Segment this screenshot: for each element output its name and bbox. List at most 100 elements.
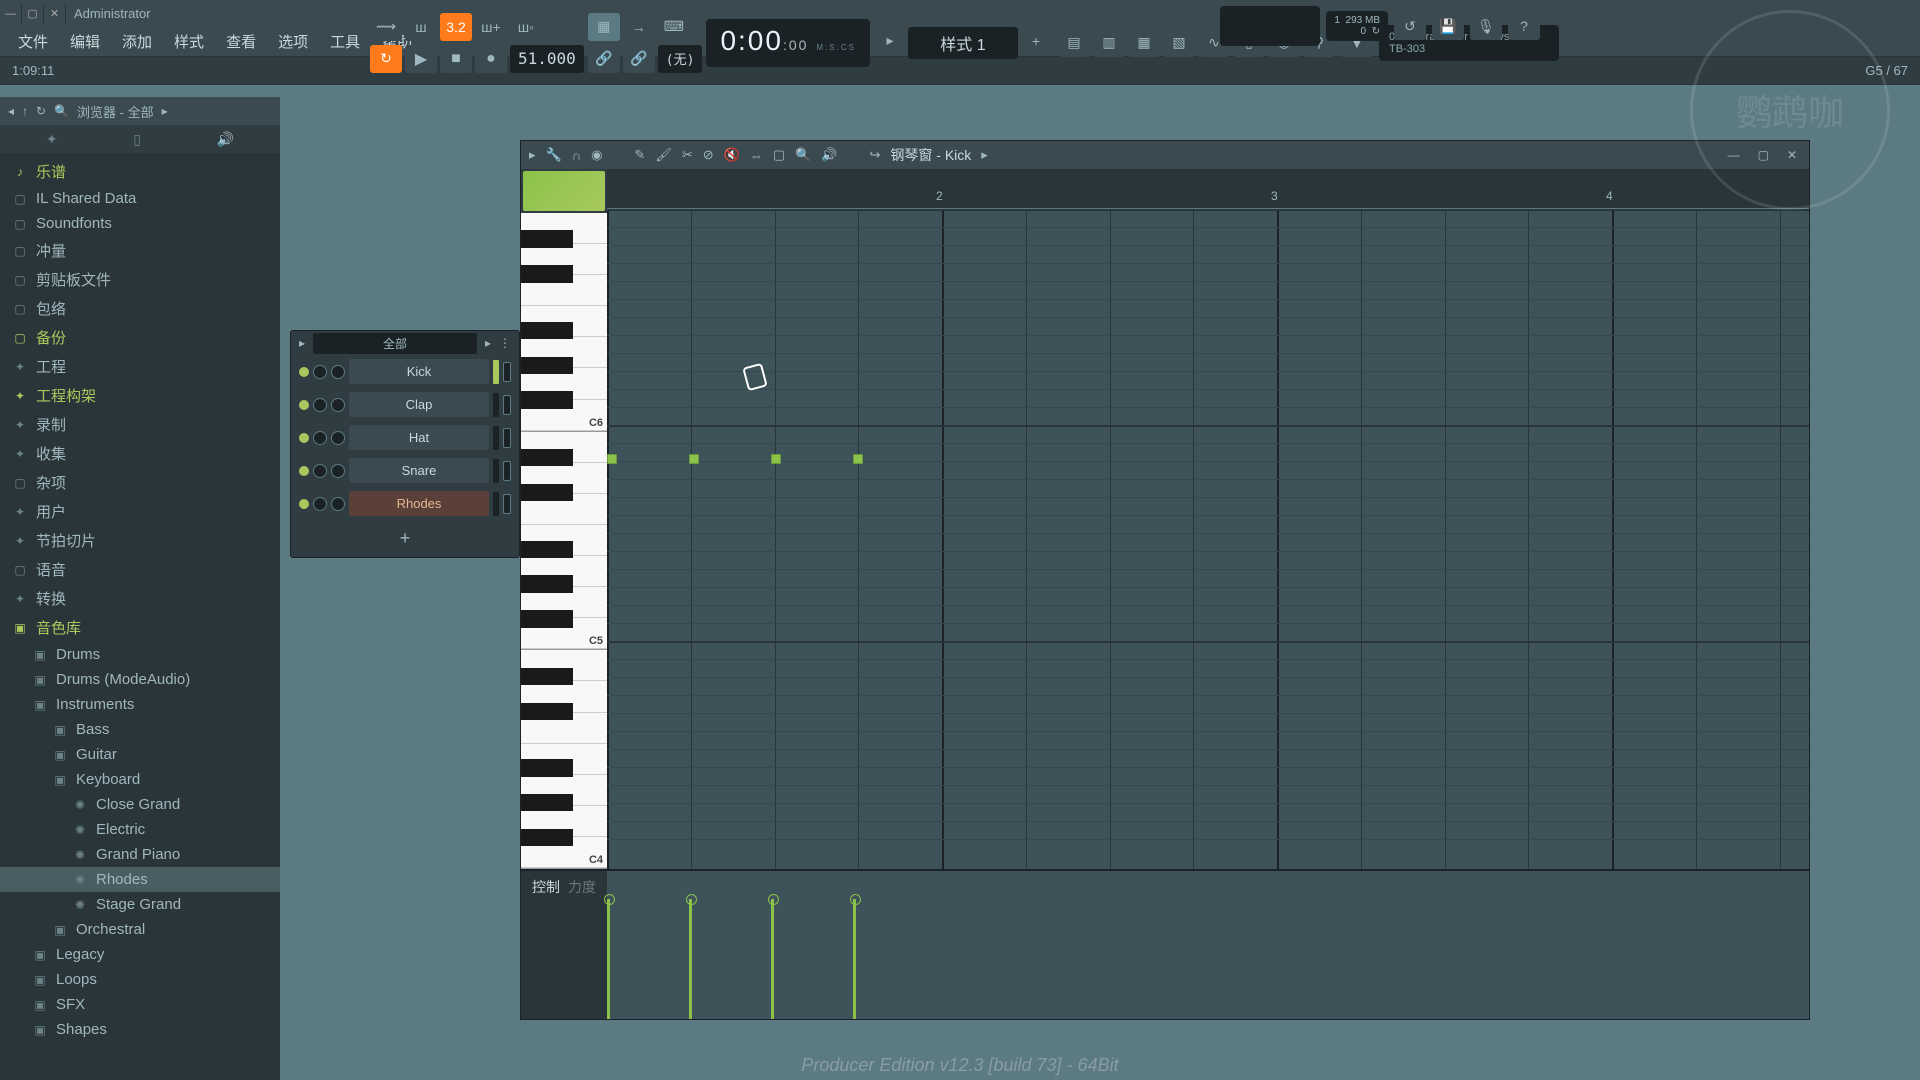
pr-delete-icon[interactable]: ⊘ <box>703 147 714 163</box>
close-button[interactable]: ✕ <box>44 4 66 24</box>
pr-menu-icon[interactable]: ▸ <box>529 147 536 163</box>
browser-item-11[interactable]: ▢杂项 <box>0 468 280 497</box>
link-icon[interactable]: 🔗 <box>588 45 620 73</box>
browser-item-24[interactable]: ✺Electric <box>0 817 280 842</box>
ch-label[interactable]: Kick <box>349 359 489 384</box>
browser-item-18[interactable]: ▣Drums (ModeAudio) <box>0 667 280 692</box>
pr-slip-icon[interactable]: ⇔ <box>750 148 763 163</box>
ch-label[interactable]: Hat <box>349 425 489 450</box>
pr-select-icon[interactable]: ▢ <box>773 147 785 163</box>
menu-2[interactable]: 添加 <box>112 27 162 56</box>
tool-wait-icon[interactable]: ш◦ <box>510 13 542 41</box>
browser-item-19[interactable]: ▣Instruments <box>0 692 280 717</box>
browser-item-8[interactable]: ✦工程构架 <box>0 381 280 410</box>
pr-velocity-area[interactable] <box>607 871 1809 1019</box>
browser-item-6[interactable]: ▢备份 <box>0 323 280 352</box>
search-icon[interactable]: 🔍 <box>54 104 69 118</box>
tool-pat-icon[interactable]: ⟿ <box>370 13 402 41</box>
browser-item-1[interactable]: ▢IL Shared Data <box>0 186 280 211</box>
pat-mode[interactable]: (无) <box>658 45 703 73</box>
browser-item-12[interactable]: ✦用户 <box>0 497 280 526</box>
ch-pan-knob[interactable] <box>313 464 327 478</box>
tool-metronome-icon[interactable]: ш+ <box>475 13 507 41</box>
browser-item-10[interactable]: ✦收集 <box>0 439 280 468</box>
note-1[interactable] <box>689 454 699 464</box>
pattern-selector[interactable]: 样式 1 <box>908 27 1018 59</box>
ch-label[interactable]: Clap <box>349 392 489 417</box>
pr-tool-magnet-icon[interactable]: ∩ <box>572 148 581 163</box>
ch-mute-dot[interactable] <box>299 433 309 443</box>
collapse-icon[interactable]: ◂ <box>8 104 14 118</box>
ch-pan-knob[interactable] <box>313 365 327 379</box>
undo-icon[interactable]: ↺ <box>1394 12 1426 40</box>
browser-item-14[interactable]: ▢语音 <box>0 555 280 584</box>
ch-group-selector[interactable]: 全部 <box>313 333 477 354</box>
browser-item-28[interactable]: ▣Orchestral <box>0 917 280 942</box>
browser-item-3[interactable]: ▢冲量 <box>0 236 280 265</box>
view-step-icon[interactable]: → <box>623 13 655 41</box>
browser-item-26[interactable]: ✺Rhodes <box>0 867 280 892</box>
view-channelrack-button[interactable]: ▧ <box>1163 29 1195 57</box>
pr-zoom-icon[interactable]: 🔍 <box>795 147 811 163</box>
ch-slider[interactable] <box>503 494 511 514</box>
browser-item-15[interactable]: ✦转换 <box>0 584 280 613</box>
pr-grid[interactable]: 234 <box>607 169 1809 869</box>
render-icon[interactable]: 🎙 <box>1470 12 1502 40</box>
ch-vol-knob[interactable] <box>331 398 345 412</box>
browser-item-27[interactable]: ✺Stage Grand <box>0 892 280 917</box>
pr-slice-icon[interactable]: ✂ <box>682 147 693 163</box>
browser-item-17[interactable]: ▣Drums <box>0 642 280 667</box>
ch-slider[interactable] <box>503 428 511 448</box>
play-button[interactable]: ▶ <box>405 45 437 73</box>
ch-label[interactable]: Snare <box>349 458 489 483</box>
browser-item-22[interactable]: ▣Keyboard <box>0 767 280 792</box>
minimize-button[interactable]: — <box>0 4 22 24</box>
note-3[interactable] <box>853 454 863 464</box>
browser-item-21[interactable]: ▣Guitar <box>0 742 280 767</box>
ch-label[interactable]: Rhodes <box>349 491 489 516</box>
typing-icon[interactable]: ⌨ <box>658 13 690 41</box>
add-icon[interactable]: ✦ <box>46 131 58 148</box>
note-2[interactable] <box>771 454 781 464</box>
ch-pan-knob[interactable] <box>313 497 327 511</box>
pr-mute-icon[interactable]: 🔇 <box>724 147 740 163</box>
browser-item-31[interactable]: ▣SFX <box>0 992 280 1017</box>
menu-3[interactable]: 样式 <box>164 27 214 56</box>
browser-item-20[interactable]: ▣Bass <box>0 717 280 742</box>
pr-ruler[interactable]: 234 <box>607 169 1809 209</box>
browser-item-29[interactable]: ▣Legacy <box>0 942 280 967</box>
record-button[interactable]: ● <box>475 45 507 73</box>
browser-item-30[interactable]: ▣Loops <box>0 967 280 992</box>
reread-icon[interactable]: ↻ <box>36 104 46 118</box>
channel-add-button[interactable]: + <box>291 520 519 557</box>
velocity-bar-0[interactable] <box>607 899 610 1019</box>
ch-mute-dot[interactable] <box>299 466 309 476</box>
menu-5[interactable]: 选项 <box>268 27 318 56</box>
pr-maximize-icon[interactable]: ▢ <box>1754 148 1773 162</box>
pr-draw-icon[interactable]: ✎ <box>634 147 645 163</box>
help-icon[interactable]: ? <box>1508 12 1540 40</box>
paste-icon[interactable]: ▯ <box>133 131 141 148</box>
browser-item-25[interactable]: ✺Grand Piano <box>0 842 280 867</box>
browser-item-13[interactable]: ✦节拍切片 <box>0 526 280 555</box>
menu-6[interactable]: 工具 <box>320 27 370 56</box>
chevron-right-icon[interactable]: ▸ <box>981 147 988 163</box>
pr-keyboard[interactable]: C6C5C4 <box>521 213 607 869</box>
browser-item-16[interactable]: ▣音色库 <box>0 613 280 642</box>
pr-minimize-icon[interactable]: — <box>1724 148 1744 162</box>
loop-mode-icon[interactable]: ↻ <box>370 45 402 73</box>
browser-item-9[interactable]: ✦录制 <box>0 410 280 439</box>
up-arrow-icon[interactable]: ↑ <box>22 104 28 118</box>
ch-pan-knob[interactable] <box>313 431 327 445</box>
menu-1[interactable]: 编辑 <box>60 27 110 56</box>
ch-vol-knob[interactable] <box>331 464 345 478</box>
browser-item-5[interactable]: ▢包络 <box>0 294 280 323</box>
ch-mute-dot[interactable] <box>299 499 309 509</box>
link2-icon[interactable]: 🔗 <box>623 45 655 73</box>
ch-prev-icon[interactable]: ▸ <box>299 336 305 350</box>
tool-song-icon[interactable]: ш <box>405 13 437 41</box>
browser-item-2[interactable]: ▢Soundfonts <box>0 211 280 236</box>
velocity-bar-1[interactable] <box>689 899 692 1019</box>
ch-mute-dot[interactable] <box>299 400 309 410</box>
view-playlist-button[interactable]: ▤ <box>1058 29 1090 57</box>
